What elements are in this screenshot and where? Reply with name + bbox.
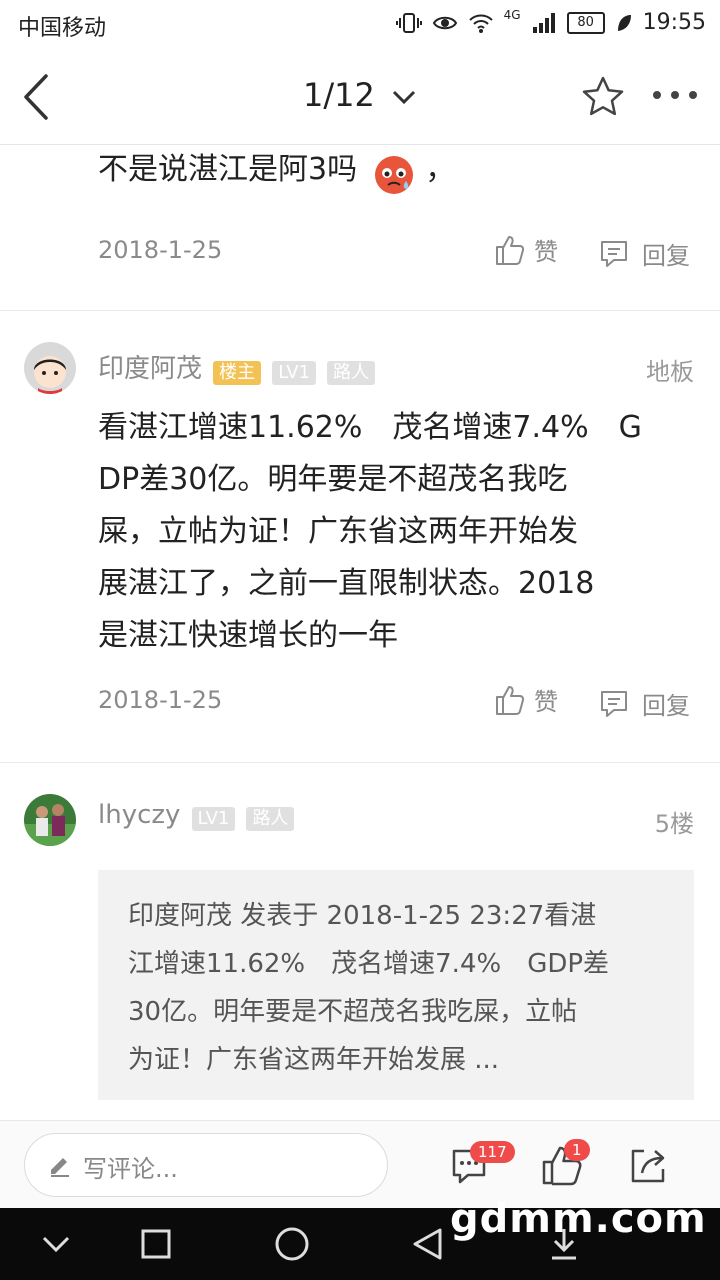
comment-placeholder: 写评论... — [83, 1155, 178, 1183]
quote-line: 30亿。明年要是不超茂名我吃屎，立帖 — [128, 997, 578, 1027]
reply-button[interactable]: 回复 — [598, 686, 690, 721]
quote-line: 印度阿茂 发表于 2018-1-25 23:27看湛 — [128, 901, 597, 931]
home-circle-icon[interactable] — [274, 1226, 310, 1262]
comment-count-badge: 117 — [470, 1141, 515, 1163]
rank-badge: 路人 — [246, 806, 295, 831]
watermark-logo: gdmm.com — [450, 1196, 707, 1242]
host-badge: 楼主 — [213, 360, 262, 385]
quote-text: 印度阿茂 发表于 2018-1-25 23:27看湛 江增速11.62% 茂名增… — [128, 892, 668, 1084]
reply-button[interactable]: 回复 — [598, 236, 690, 271]
rank-badge: 路人 — [327, 360, 376, 385]
battery-icon: 80 — [566, 11, 605, 34]
comment-icon — [601, 690, 627, 717]
pencil-icon — [51, 1158, 69, 1177]
floor-label: 5楼 — [654, 810, 694, 838]
username[interactable]: 印度阿茂 — [98, 354, 202, 384]
star-icon[interactable] — [580, 74, 626, 120]
post-text-trailing: ， — [425, 152, 456, 187]
eye-icon — [432, 16, 457, 29]
wifi-icon — [468, 14, 493, 33]
like-button[interactable]: 赞 — [494, 232, 558, 267]
status-bar: 中国移动 4G 80 19:55 — [0, 0, 720, 50]
like-label: 赞 — [534, 688, 558, 716]
post-text-content: 不是说湛江是阿3吗 — [98, 152, 358, 187]
avatar-image — [24, 794, 76, 846]
page-number: 1/12 — [302, 76, 375, 114]
like-label: 赞 — [534, 238, 558, 266]
level-badge: LV1 — [272, 360, 317, 385]
post-date: 2018-1-25 — [98, 686, 223, 714]
like-count-badge: 1 — [564, 1139, 590, 1161]
vibrate-icon — [395, 12, 422, 33]
post-date: 2018-1-25 — [98, 236, 223, 264]
avatar[interactable] — [24, 342, 76, 394]
thumbs-up-icon — [496, 235, 525, 265]
comments-button[interactable]: 117 — [450, 1141, 515, 1189]
chevron-down-icon[interactable] — [40, 1232, 72, 1256]
chevron-down-icon — [392, 90, 416, 105]
status-icons: 4G 80 19:55 — [395, 7, 706, 35]
post-text-line: 屎，立帖为证！广东省这两年开始发 — [98, 514, 578, 549]
back-triangle-icon[interactable] — [410, 1226, 444, 1262]
post-text-line: 看湛江增速11.62% 茂名增速7.4% G — [98, 410, 642, 445]
post-header: lhyczy LV1 路人 — [98, 800, 295, 831]
post-text-line: 是湛江快速增长的一年 — [98, 618, 398, 653]
comment-icon — [601, 240, 627, 267]
post-text-line: 展湛江了，之前一直限制状态。2018 — [98, 566, 595, 601]
level-badge: LV1 — [191, 806, 236, 831]
divider — [0, 310, 720, 311]
like-button[interactable]: 赞 — [494, 682, 558, 717]
quote-block[interactable]: 印度阿茂 发表于 2018-1-25 23:27看湛 江增速11.62% 茂名增… — [98, 870, 694, 1100]
avatar-image — [24, 342, 76, 394]
quote-line: 为证！广东省这两年开始发展 ... — [128, 1045, 500, 1075]
quote-line: 江增速11.62% 茂名增速7.4% GDP差 — [128, 949, 610, 979]
sweat-face-emoji-icon — [375, 155, 414, 194]
post-text: 看湛江增速11.62% 茂名增速7.4% G DP差30亿。明年要是不超茂名我吃… — [98, 402, 698, 662]
share-icon[interactable] — [628, 1145, 668, 1185]
signal-icon — [532, 12, 555, 33]
floor-label: 地板 — [646, 358, 694, 386]
like-post-button[interactable]: 1 — [540, 1139, 590, 1187]
divider — [0, 762, 720, 763]
post-header: 印度阿茂 楼主 LV1 路人 — [98, 348, 376, 385]
top-nav: 1/12 — [0, 50, 720, 145]
carrier-label: 中国移动 — [18, 16, 107, 41]
avatar[interactable] — [24, 794, 76, 846]
network-type: 4G — [503, 7, 521, 22]
leaf-icon — [617, 14, 631, 31]
more-icon[interactable] — [650, 80, 700, 110]
post-text: 不是说湛江是阿3吗 ， — [98, 144, 455, 197]
thumbs-up-icon — [496, 685, 525, 715]
post-text-line: DP差30亿。明年要是不超茂名我吃 — [98, 462, 568, 497]
comment-input[interactable]: 写评论... — [24, 1133, 388, 1197]
username[interactable]: lhyczy — [98, 800, 180, 830]
clock: 19:55 — [642, 10, 706, 35]
reply-label: 回复 — [642, 692, 690, 720]
recents-square-icon[interactable] — [140, 1228, 172, 1260]
reply-label: 回复 — [642, 242, 690, 270]
